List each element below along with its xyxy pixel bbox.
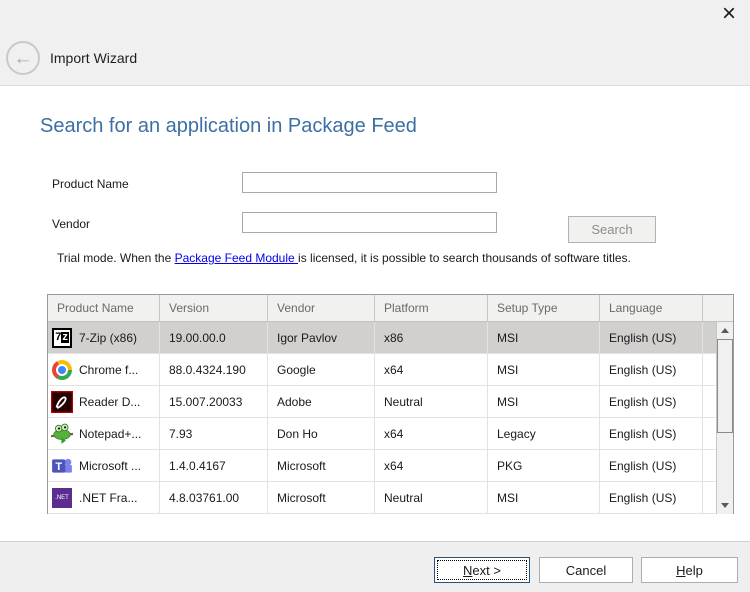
product-name-text: Notepad+... [79, 427, 141, 441]
cell-platform: x64 [375, 450, 488, 482]
dotnet-icon: .NET [51, 487, 73, 509]
row-spacer [703, 418, 716, 450]
svg-text:T: T [55, 460, 62, 472]
cell-setup_type: MSI [488, 322, 600, 354]
next-button[interactable]: Next > [434, 557, 530, 583]
cell-version: 7.93 [160, 418, 268, 450]
help-button[interactable]: Help [641, 557, 738, 583]
page-title: Search for an application in Package Fee… [40, 115, 417, 138]
notepad-plus-plus-icon [51, 423, 73, 445]
cell-product: Notepad+... [48, 418, 160, 450]
row-spacer [703, 354, 716, 386]
cell-platform: Neutral [375, 386, 488, 418]
column-header-product[interactable]: Product Name [48, 295, 160, 322]
table-row[interactable]: .NET .NET Fra... 4.8.03761.00MicrosoftNeut… [48, 482, 716, 514]
column-header-version[interactable]: Version [160, 295, 268, 322]
cell-version: 88.0.4324.190 [160, 354, 268, 386]
wizard-title: Import Wizard [50, 50, 137, 66]
cell-platform: x86 [375, 322, 488, 354]
column-header-platform[interactable]: Platform [375, 295, 488, 322]
cell-platform: Neutral [375, 482, 488, 514]
product-name-text: Microsoft ... [79, 459, 141, 473]
cell-vendor: Microsoft [268, 450, 375, 482]
table-row[interactable]: Notepad+... 7.93Don Hox64LegacyEnglish (U… [48, 418, 716, 450]
cell-vendor: Adobe [268, 386, 375, 418]
import-wizard-dialog: × ← Import Wizard Search for an applicat… [0, 0, 750, 592]
cell-setup_type: PKG [488, 450, 600, 482]
table-body: 7z7-Zip (x86)19.00.00.0Igor Pavlovx86MSI… [48, 322, 716, 514]
column-header-spacer [703, 295, 733, 322]
chrome-icon [51, 359, 73, 381]
cell-language: English (US) [600, 418, 703, 450]
cell-language: English (US) [600, 354, 703, 386]
row-spacer [703, 450, 716, 482]
7zip-icon: 7z [51, 327, 73, 349]
cell-product: Chrome f... [48, 354, 160, 386]
cell-language: English (US) [600, 482, 703, 514]
cell-version: 19.00.00.0 [160, 322, 268, 354]
trial-mode-text: Trial mode. When the Package Feed Module… [57, 251, 631, 265]
trial-suffix: is licensed, it is possible to search th… [298, 251, 631, 265]
scroll-track[interactable] [717, 339, 733, 497]
product-name-input[interactable] [242, 172, 497, 193]
footer-band [0, 541, 750, 592]
table-row[interactable]: Chrome f... 88.0.4324.190Googlex64MSIEngl… [48, 354, 716, 386]
cell-platform: x64 [375, 418, 488, 450]
back-button[interactable]: ← [6, 41, 40, 75]
microsoft-teams-icon: T [51, 455, 73, 477]
cell-setup_type: MSI [488, 482, 600, 514]
search-button[interactable]: Search [568, 216, 656, 243]
cell-language: English (US) [600, 386, 703, 418]
table-header-row: Product NameVersionVendorPlatformSetup T… [48, 295, 733, 322]
vendor-label: Vendor [52, 217, 90, 231]
cell-language: English (US) [600, 322, 703, 354]
scroll-up-icon [721, 328, 729, 333]
product-name-text: Chrome f... [79, 363, 138, 377]
row-spacer [703, 482, 716, 514]
scroll-up-button[interactable] [717, 322, 733, 339]
cell-product: 7z 7-Zip (x86) [48, 322, 160, 354]
product-name-label: Product Name [52, 177, 129, 191]
cell-setup_type: Legacy [488, 418, 600, 450]
cell-setup_type: MSI [488, 386, 600, 418]
cell-vendor: Microsoft [268, 482, 375, 514]
cell-product: Reader D... [48, 386, 160, 418]
cell-product: .NET .NET Fra... [48, 482, 160, 514]
cell-platform: x64 [375, 354, 488, 386]
wizard-header-band: × ← Import Wizard [0, 0, 750, 86]
scroll-down-icon [721, 503, 729, 508]
product-name-text: Reader D... [79, 395, 140, 409]
package-table: Product NameVersionVendorPlatformSetup T… [47, 294, 734, 514]
column-header-language[interactable]: Language [600, 295, 703, 322]
cell-vendor: Google [268, 354, 375, 386]
table-row[interactable]: T Microsoft ... 1.4.0.4167Microsoftx64PKGE… [48, 450, 716, 482]
adobe-reader-icon [51, 391, 73, 413]
product-name-text: 7-Zip (x86) [79, 331, 137, 345]
cell-product: T Microsoft ... [48, 450, 160, 482]
scroll-thumb[interactable] [717, 339, 733, 433]
package-feed-module-link[interactable]: Package Feed Module [175, 251, 298, 265]
cell-setup_type: MSI [488, 354, 600, 386]
close-icon[interactable]: × [714, 0, 744, 28]
table-scrollbar[interactable] [716, 322, 733, 514]
column-header-vendor[interactable]: Vendor [268, 295, 375, 322]
column-header-setup_type[interactable]: Setup Type [488, 295, 600, 322]
table-row[interactable]: 7z 7-Zip (x86) 19.00.00.0Igor Pavlovx86MSI… [48, 322, 716, 354]
cell-vendor: Igor Pavlov [268, 322, 375, 354]
row-spacer [703, 386, 716, 418]
cell-version: 15.007.20033 [160, 386, 268, 418]
cancel-button[interactable]: Cancel [539, 557, 633, 583]
scroll-down-button[interactable] [717, 497, 733, 514]
cell-vendor: Don Ho [268, 418, 375, 450]
trial-prefix: Trial mode. When the [57, 251, 175, 265]
vendor-input[interactable] [242, 212, 497, 233]
table-row[interactable]: Reader D... 15.007.20033AdobeNeutralMSIEn… [48, 386, 716, 418]
cell-version: 4.8.03761.00 [160, 482, 268, 514]
cell-language: English (US) [600, 450, 703, 482]
back-arrow-icon: ← [14, 49, 33, 68]
product-name-text: .NET Fra... [79, 491, 137, 505]
cell-version: 1.4.0.4167 [160, 450, 268, 482]
row-spacer [703, 322, 716, 354]
